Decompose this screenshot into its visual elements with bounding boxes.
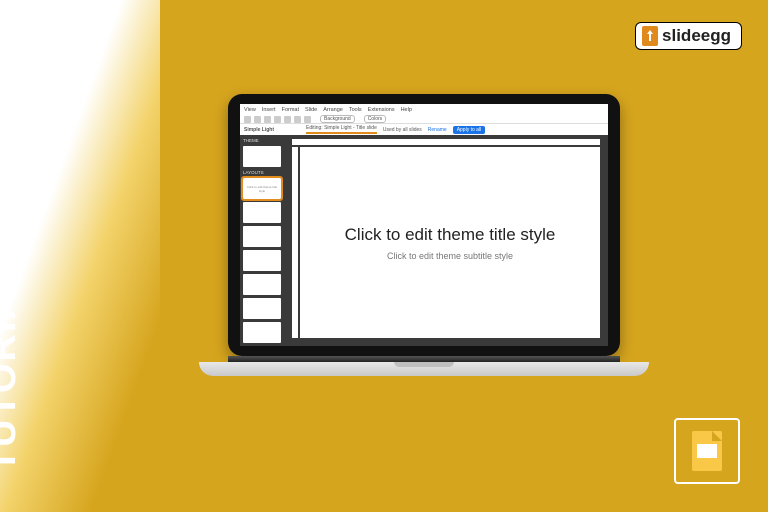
left-gradient-band — [0, 0, 160, 512]
layout-thumb-title-slide[interactable]: Click to edit theme title style — [243, 178, 281, 199]
laptop-frame: View Insert Format Slide Arrange Tools E… — [228, 94, 620, 356]
theme-title-placeholder[interactable]: Click to edit theme title style — [345, 225, 556, 245]
breadcrumb: Editing: Simple Light - Title slide — [306, 125, 377, 134]
layout-thumb[interactable] — [243, 226, 281, 247]
undo-icon[interactable] — [244, 116, 251, 123]
theme-name: Simple Light — [244, 127, 274, 133]
brand-icon — [642, 26, 658, 46]
colors-button[interactable]: Colors — [364, 115, 386, 123]
menu-arrange[interactable]: Arrange — [323, 107, 343, 113]
menu-extensions[interactable]: Extensions — [368, 107, 395, 113]
vertical-ruler — [292, 147, 298, 338]
background-button[interactable]: Background — [320, 115, 355, 123]
menu-insert[interactable]: Insert — [262, 107, 276, 113]
brand-badge: slideegg — [635, 22, 742, 50]
menu-help[interactable]: Help — [401, 107, 412, 113]
shape-icon[interactable] — [294, 116, 301, 123]
theme-subtitle-placeholder[interactable]: Click to edit theme subtitle style — [387, 251, 513, 261]
laptop-base — [199, 362, 649, 376]
textbox-icon[interactable] — [274, 116, 281, 123]
sidebar-title: TUTORIALS — [0, 237, 20, 472]
menu-slide[interactable]: Slide — [305, 107, 317, 113]
rename-link[interactable]: Rename — [428, 127, 447, 133]
layout-thumb[interactable] — [243, 322, 281, 343]
layout-thumb[interactable] — [243, 202, 281, 223]
layout-thumb[interactable] — [243, 250, 281, 271]
app-screen: View Insert Format Slide Arrange Tools E… — [240, 104, 608, 346]
layout-thumb[interactable] — [243, 298, 281, 319]
line-icon[interactable] — [304, 116, 311, 123]
horizontal-ruler — [292, 139, 600, 145]
brand-text: slideegg — [662, 26, 731, 46]
master-title-bar: Simple Light Editing: Simple Light - Tit… — [240, 124, 608, 135]
layout-thumb[interactable] — [243, 274, 281, 295]
menu-bar: View Insert Format Slide Arrange Tools E… — [240, 104, 608, 115]
redo-icon[interactable] — [254, 116, 261, 123]
layouts-section-label: LAYOUTS — [243, 170, 281, 175]
editor-area: THEME LAYOUTS Click to edit theme title … — [240, 135, 608, 346]
menu-format[interactable]: Format — [282, 107, 299, 113]
slides-file-icon — [692, 431, 722, 471]
sidebar-title-block: GOOGLE SLIDES TUTORIALS — [0, 237, 20, 472]
toolbar: Background Colors — [240, 115, 608, 124]
apply-all-button[interactable]: Apply to all — [453, 126, 485, 134]
theme-master-thumb[interactable] — [243, 146, 281, 167]
scope-label: Used by all slides — [383, 127, 422, 133]
google-slides-badge — [674, 418, 740, 484]
menu-tools[interactable]: Tools — [349, 107, 362, 113]
theme-section-label: THEME — [243, 138, 281, 143]
thumbnail-panel: THEME LAYOUTS Click to edit theme title … — [240, 135, 284, 346]
laptop-mockup: View Insert Format Slide Arrange Tools E… — [228, 94, 620, 376]
image-icon[interactable] — [284, 116, 291, 123]
canvas-area: Click to edit theme title style Click to… — [284, 135, 608, 346]
menu-view[interactable]: View — [244, 107, 256, 113]
slide-canvas[interactable]: Click to edit theme title style Click to… — [300, 147, 600, 338]
cursor-icon[interactable] — [264, 116, 271, 123]
